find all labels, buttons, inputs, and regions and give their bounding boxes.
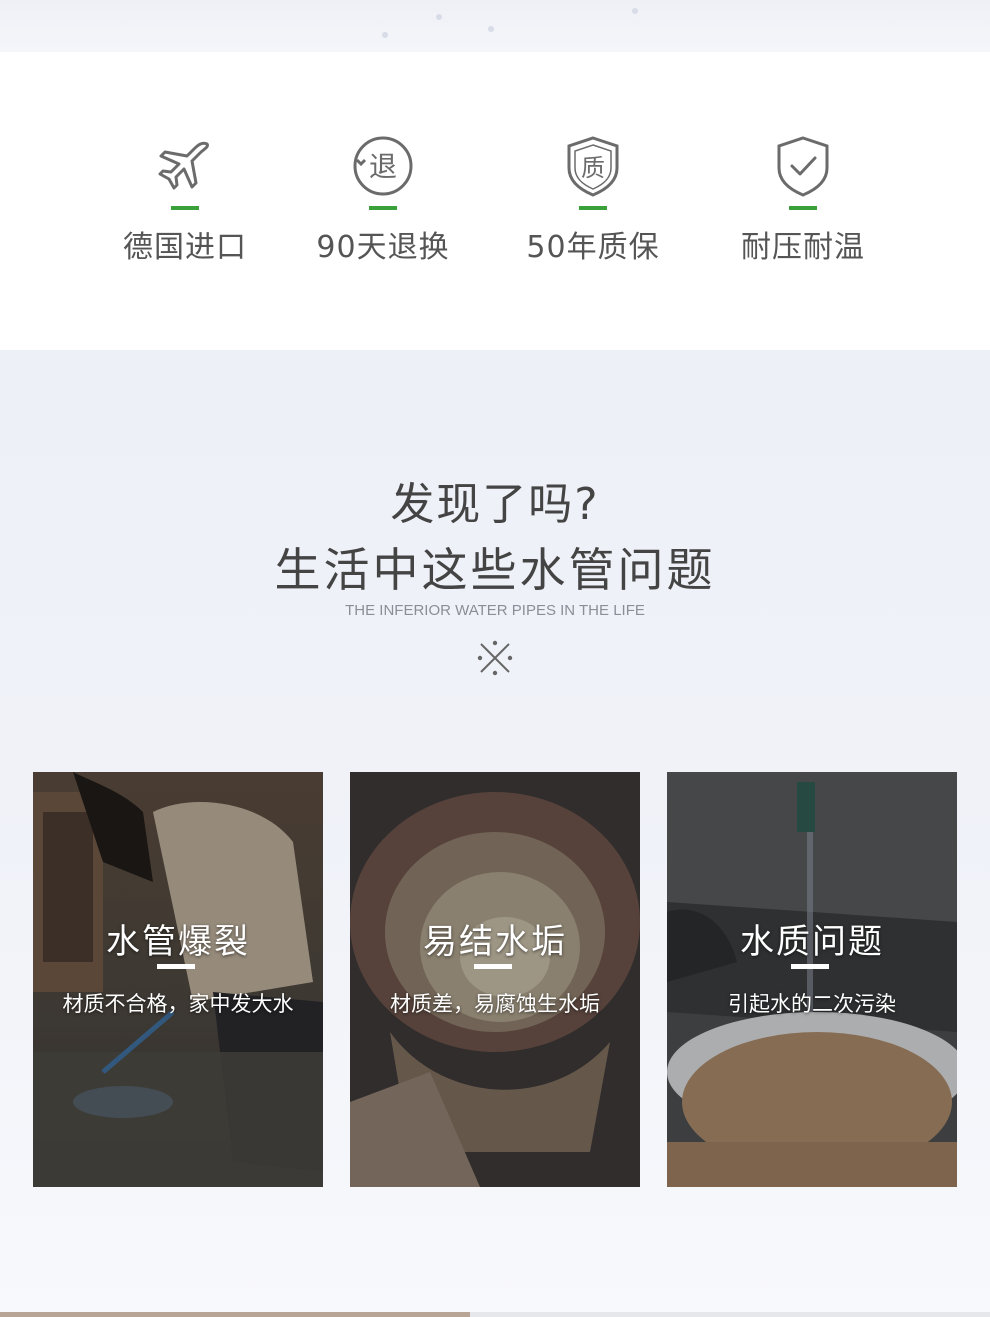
section-heading-line2: 生活中这些水管问题 [274, 543, 716, 597]
card-underline [474, 964, 512, 969]
card-overlay [667, 772, 957, 1187]
return-badge-icon: 退 [353, 136, 413, 196]
decor-dot [488, 26, 494, 32]
feature-label: 德国进口 [123, 230, 247, 265]
feature-label: 耐压耐温 [741, 230, 865, 265]
quality-badge-text: 质 [581, 154, 605, 182]
card-description: 引起水的二次污染 [728, 992, 896, 1016]
section-subheading: THE INFERIOR WATER PIPES IN THE LIFE [345, 602, 645, 619]
feature-accent-bar [579, 206, 607, 210]
quality-shield-icon: 质 [567, 136, 619, 197]
airplane-icon [158, 141, 209, 190]
shield-check-icon [777, 136, 829, 197]
return-badge-text: 退 [369, 150, 397, 183]
features-row: 德国进口 退 90天退换 质 50年质保 耐压耐温 [0, 52, 990, 350]
card-overlay [33, 772, 323, 1187]
section-heading-line1: 发现了吗? [390, 479, 600, 530]
problem-card-quality: 水质问题 引起水的二次污染 [667, 772, 957, 1187]
problem-card-scale: 易结水垢 材质差，易腐蚀生水垢 [350, 772, 640, 1187]
card-title: 水质问题 [740, 922, 884, 962]
feature-label: 50年质保 [526, 230, 660, 265]
feature-warranty: 质 50年质保 [503, 134, 683, 266]
next-section-peek [470, 1312, 990, 1317]
next-section-peek [0, 1312, 470, 1317]
card-title: 易结水垢 [423, 922, 567, 962]
feature-accent-bar [369, 206, 397, 210]
card-description: 材质不合格，家中发大水 [62, 992, 294, 1016]
card-overlay [350, 772, 640, 1187]
card-title: 水管爆裂 [106, 922, 250, 962]
feature-accent-bar [171, 206, 199, 210]
asterisk-ornament-icon [477, 640, 513, 676]
feature-accent-bar [789, 206, 817, 210]
decor-dot [382, 32, 388, 38]
feature-pressure: 耐压耐温 [713, 134, 893, 266]
card-underline [157, 964, 195, 969]
top-banner-strip [0, 0, 990, 52]
decor-dot [632, 8, 638, 14]
card-description: 材质差，易腐蚀生水垢 [390, 992, 600, 1016]
pipe-problems-section: 发现了吗? 生活中这些水管问题 THE INFERIOR WATER PIPES… [0, 350, 990, 1317]
feature-return: 退 90天退换 [293, 134, 473, 266]
card-underline [791, 964, 829, 969]
problem-card-burst: 水管爆裂 材质不合格，家中发大水 [33, 772, 323, 1187]
feature-imported: 德国进口 [95, 134, 275, 266]
feature-label: 90天退换 [316, 230, 450, 265]
decor-dot [436, 14, 442, 20]
